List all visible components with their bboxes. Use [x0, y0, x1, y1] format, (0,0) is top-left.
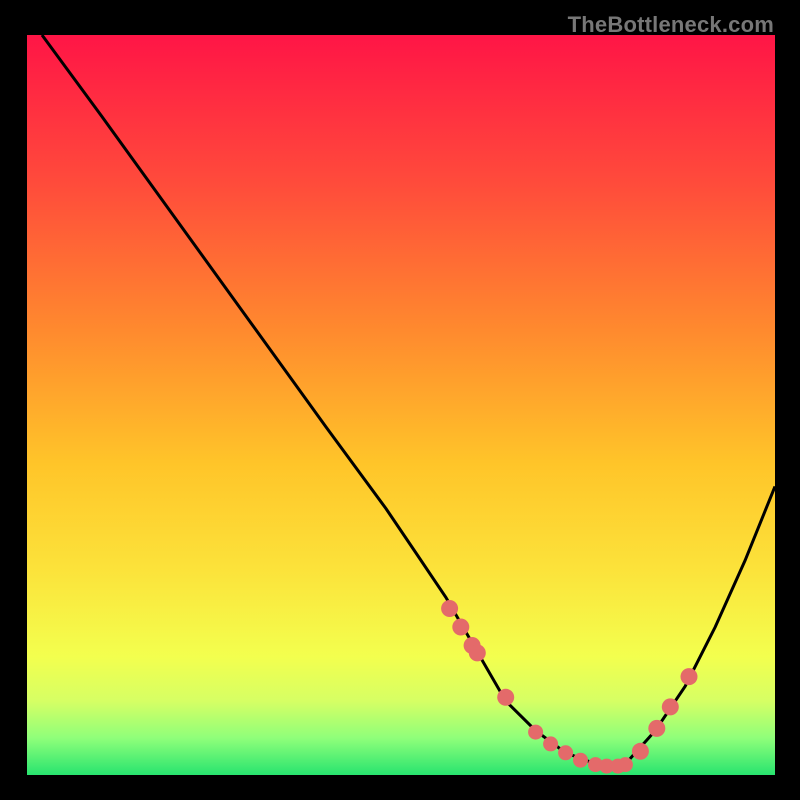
chart-frame: TheBottleneck.com [10, 10, 790, 790]
marker-dot [558, 745, 573, 760]
marker-dot [441, 600, 458, 617]
marker-dot [528, 725, 543, 740]
marker-dot [573, 753, 588, 768]
plot-background [27, 35, 775, 775]
marker-dot [648, 720, 665, 737]
marker-dot [681, 668, 698, 685]
marker-dot [632, 743, 649, 760]
bottleneck-chart [10, 10, 790, 790]
marker-dot [662, 698, 679, 715]
marker-dot [497, 689, 514, 706]
marker-dot [543, 736, 558, 751]
watermark-text: TheBottleneck.com [568, 12, 774, 38]
marker-dot [618, 757, 633, 772]
marker-dot [452, 619, 469, 636]
marker-dot [469, 644, 486, 661]
